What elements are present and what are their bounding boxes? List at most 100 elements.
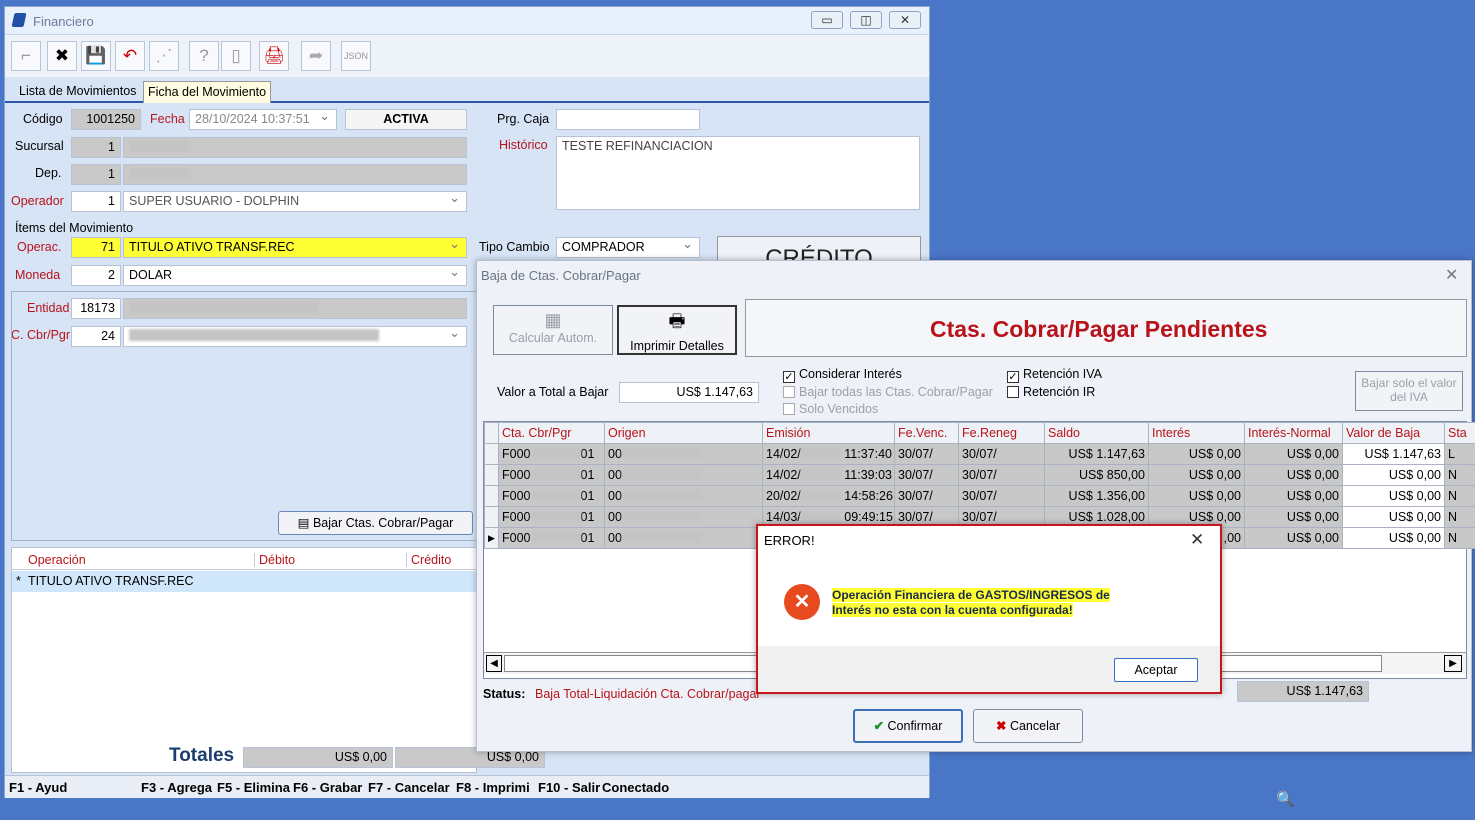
status-f3: F3 - Agrega [141, 780, 213, 795]
dep-name [123, 164, 467, 185]
chk-ret-iva[interactable]: ✓ Retención IVA [1007, 367, 1102, 383]
items-grid-header: Operación Débito Crédito [12, 548, 476, 570]
col-operacion[interactable]: Operación [28, 553, 86, 567]
heading-panel: Ctas. Cobrar/Pagar Pendientes [745, 299, 1467, 357]
bajar-iva-button[interactable]: Bajar solo el valor del IVA [1355, 371, 1463, 411]
sucursal-label: Sucursal [15, 139, 64, 153]
col-saldo[interactable]: Saldo [1044, 422, 1149, 444]
title-bar: Financiero ▭ ◫ ✕ [5, 7, 929, 35]
totales-label: Totales [169, 745, 235, 766]
table-row[interactable]: F000 01 00 14/02/ 11:39:03 30/07/30/07/US$ 8… [484, 464, 1475, 486]
total-seleccionado: US$ 1.147,63 [1237, 681, 1369, 702]
save-icon[interactable]: 💾 [81, 41, 111, 71]
sucursal-id: 1 [71, 137, 121, 158]
tipo-cambio-select[interactable]: COMPRADOR [556, 237, 700, 258]
col-baja[interactable]: Valor de Baja [1342, 422, 1445, 444]
col-normal[interactable]: Interés-Normal [1244, 422, 1343, 444]
col-debito[interactable]: Débito [254, 553, 295, 567]
status-f1: F1 - Ayud [9, 780, 68, 795]
status-conectado: Conectado [602, 780, 670, 795]
imprimir-button[interactable]: 🖶 Imprimir Detalles [617, 305, 737, 355]
bajar-icon: ▤ [297, 516, 313, 530]
table-row[interactable]: F000 01 00 14/02/ 11:37:40 30/07/30/07/US$ 1… [484, 443, 1475, 465]
entity-frame [11, 291, 477, 541]
moneda-id[interactable]: 2 [71, 265, 121, 286]
items-label: Ítems del Movimiento [15, 221, 134, 235]
col-interes[interactable]: Interés [1148, 422, 1245, 444]
status-f10: F10 - Salir [538, 780, 601, 795]
error-dialog: ERROR! ✕ ✕ Operación Financiera de GASTO… [756, 524, 1222, 694]
chk-interes[interactable]: ✓ Considerar Interés [783, 367, 902, 383]
delete-icon[interactable]: ✖ [47, 41, 77, 71]
app-icon [11, 13, 27, 27]
chk-bajar-todas[interactable]: Bajar todas las Ctas. Cobrar/Pagar [783, 385, 993, 399]
status-f5: F5 - Elimina [217, 780, 290, 795]
json-icon[interactable]: JSON [341, 41, 371, 71]
sucursal-name [123, 137, 467, 158]
calcular-button[interactable]: ▦ Calcular Autom. [493, 305, 613, 355]
error-close-icon[interactable]: ✕ [1190, 530, 1204, 550]
col-emision[interactable]: Emisión [762, 422, 895, 444]
x-icon: ✖ [996, 719, 1010, 733]
close-window-button[interactable]: ✕ [889, 11, 921, 29]
undo-icon[interactable]: ↶ [115, 41, 145, 71]
print-icon[interactable]: 🖨 [259, 41, 289, 71]
confirmar-button[interactable]: ✔ Confirmar [853, 709, 963, 743]
new-icon[interactable]: ⌐ [11, 41, 41, 71]
chk-vencidos[interactable]: Solo Vencidos [783, 402, 878, 416]
minimize-button[interactable]: ▭ [811, 11, 843, 29]
prg-caja-field[interactable] [556, 109, 700, 130]
aceptar-button[interactable]: Aceptar [1114, 658, 1198, 682]
credito-indicator: CRÉDITO [717, 236, 921, 262]
col-origen[interactable]: Origen [604, 422, 763, 444]
col-credito[interactable]: Crédito [406, 553, 451, 567]
operac-id[interactable]: 71 [71, 237, 121, 258]
col-cta[interactable]: Cta. Cbr/Pgr [498, 422, 605, 444]
scroll-right-icon[interactable]: ▶ [1444, 655, 1462, 672]
row-operacion: TITULO ATIVO TRANSF.REC [28, 574, 194, 588]
total-debito: US$ 0,00 [243, 747, 393, 768]
tools-icon[interactable]: ⋰ [149, 41, 179, 71]
fecha-field[interactable]: 28/10/2024 10:37:51 [189, 109, 337, 130]
export-icon[interactable]: ➦ [301, 41, 331, 71]
operador-label: Operador [11, 194, 64, 208]
moneda-select[interactable]: DOLAR [123, 265, 467, 286]
operador-select[interactable]: SUPER USUARIO - DOLPHIN [123, 191, 467, 212]
dep-id: 1 [71, 164, 121, 185]
historico-label: Histórico [499, 138, 548, 152]
calculator-icon: ▦ [544, 310, 562, 330]
tab-lista[interactable]: Lista de Movimientos [15, 81, 140, 103]
status-bar: F1 - Ayud F3 - Agrega F5 - Elimina F6 - … [5, 775, 929, 798]
help-icon[interactable]: ? [189, 41, 219, 71]
table-row[interactable]: * TITULO ATIVO TRANSF.REC [12, 571, 476, 592]
operador-id[interactable]: 1 [71, 191, 121, 212]
status-label: Status: [483, 687, 526, 701]
window-title: Financiero [33, 14, 94, 29]
heading: Ctas. Cobrar/Pagar Pendientes [930, 316, 1268, 342]
tab-ficha[interactable]: Ficha del Movimiento [143, 81, 272, 103]
dep-label: Dep. [35, 166, 62, 180]
error-message: Operación Financiera de GASTOS/INGRESOS … [832, 588, 1110, 617]
chk-ret-ir[interactable]: Retención IR [1007, 385, 1095, 399]
scroll-left-icon[interactable]: ◀ [486, 655, 502, 672]
document-icon[interactable]: ▯ [221, 41, 251, 71]
estado-badge: ACTIVA [345, 109, 467, 130]
cancelar-button[interactable]: ✖ Cancelar [973, 709, 1083, 743]
tipo-cambio-label: Tipo Cambio [479, 240, 550, 254]
table-row[interactable]: F000 01 00 20/02/ 14:58:26 30/07/30/07/US$ 1… [484, 485, 1475, 507]
col-sta[interactable]: Sta [1444, 422, 1475, 444]
toolbar: ⌐ ✖ 💾 ↶ ⋰ ? ▯ 🖨 ➦ JSON [5, 35, 929, 77]
tab-strip: Lista de Movimientos Ficha del Movimient… [5, 79, 929, 103]
maximize-button[interactable]: ◫ [850, 11, 882, 29]
error-icon: ✕ [784, 584, 820, 620]
col-reneg[interactable]: Fe.Reneg [958, 422, 1045, 444]
operac-select[interactable]: TITULO ATIVO TRANSF.REC [123, 237, 467, 258]
baja-close-icon[interactable]: ✕ [1445, 265, 1458, 285]
bajar-ctas-button[interactable]: ▤ Bajar Ctas. Cobrar/Pagar [278, 511, 473, 535]
status-value: Baja Total-Liquidación Cta. Cobrar/pagar [535, 687, 761, 701]
codigo-label: Código [23, 112, 63, 126]
historico-field[interactable]: TESTE REFINANCIACION [556, 136, 920, 210]
valor-field[interactable]: US$ 1.147,63 [619, 382, 759, 403]
col-venc[interactable]: Fe.Venc. [894, 422, 959, 444]
ctas-header: Cta. Cbr/Pgr Origen Emisión Fe.Venc. Fe.… [484, 422, 1475, 444]
